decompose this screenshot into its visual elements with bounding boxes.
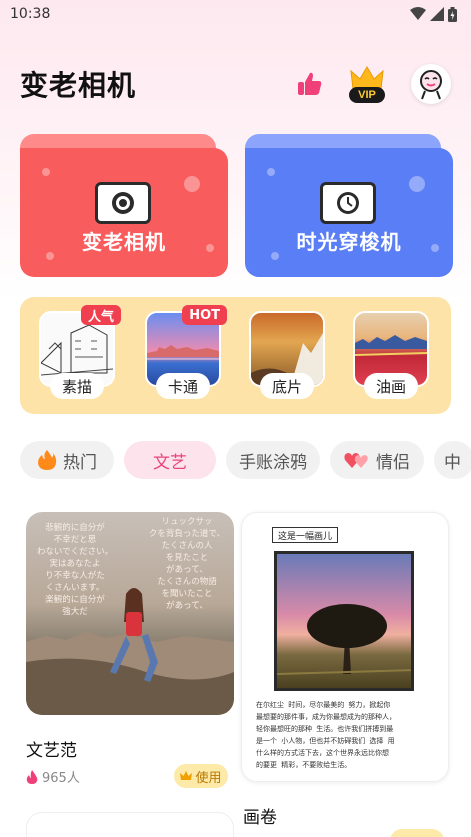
aging-camera-card[interactable]: 变老相机: [20, 134, 228, 277]
app-title: 变老相机: [20, 69, 137, 102]
use-template-button[interactable]: 使用: [174, 764, 228, 788]
scroll-caption: 这是一幅画儿: [272, 527, 338, 543]
tab-label: 手账涂鸦: [239, 452, 307, 473]
hot-badge: HOT: [182, 305, 227, 325]
template-card-literary[interactable]: 悲観的に自分が 不幸だと思 わないでください。 実はあなたよ り不幸な人がた く…: [26, 512, 234, 715]
template-card-scroll[interactable]: 这是一幅画儿 在尔红尘 时间，尽尔最美的 努力，掀起你 最想要的那件事，成为你最…: [241, 512, 449, 782]
tab-more[interactable]: 中: [434, 441, 471, 479]
tab-journal-doodle[interactable]: 手账涂鸦: [226, 441, 320, 479]
header-actions: VIP: [295, 64, 451, 104]
status-bar: 10:38: [0, 0, 471, 28]
crown-small-icon: [180, 771, 193, 780]
aging-camera-card-body: 变老相机: [20, 148, 228, 277]
style-sketch[interactable]: 人气 素描: [39, 305, 121, 399]
next-template-card-peek[interactable]: [26, 812, 234, 837]
battery-icon: [448, 6, 457, 22]
next-use-button-peek[interactable]: [390, 829, 444, 837]
vip-label: VIP: [349, 87, 385, 103]
poem-left: 悲観的に自分が 不幸だと思 わないでください。 実はあなたよ り不幸な人がた く…: [36, 523, 114, 617]
user-face-icon: [420, 70, 442, 100]
vip-button[interactable]: VIP: [349, 65, 385, 103]
poem-right: リュックサッ クを背負った道で、 たくさんの人 を見たこと があって、 たくさん…: [148, 517, 226, 611]
template-usage-count: 965人: [26, 767, 80, 786]
category-tabs: 热门 文艺 手账涂鸦 情侣 中: [20, 441, 471, 479]
style-label: 卡通: [156, 373, 210, 399]
style-label: 底片: [260, 373, 314, 399]
style-label: 素描: [50, 373, 104, 399]
time-machine-card-body: 时光穿梭机: [245, 148, 453, 277]
tab-label: 文艺: [153, 452, 187, 473]
style-oil-painting[interactable]: 油画: [353, 311, 429, 399]
tab-couple[interactable]: 情侣: [330, 441, 424, 479]
style-negative[interactable]: 底片: [249, 311, 325, 399]
app-header: 变老相机 VIP: [0, 56, 471, 112]
popular-badge: 人气: [80, 305, 121, 325]
scroll-note: 在尔红尘 时间，尽尔最美的 努力，掀起你 最想要的那件事，成为你最想成为的那种人…: [256, 701, 396, 769]
thumbs-up-icon[interactable]: [295, 70, 323, 98]
time-machine-label: 时光穿梭机: [296, 230, 402, 254]
tab-literary[interactable]: 文艺: [124, 441, 216, 479]
avatar[interactable]: [411, 64, 451, 104]
status-icons: [410, 6, 457, 22]
status-time: 10:38: [10, 6, 51, 22]
literary-photo: 悲観的に自分が 不幸だと思 わないでください。 実はあなたよ り不幸な人がた く…: [26, 512, 234, 715]
scroll-photo: [274, 551, 414, 691]
time-machine-card[interactable]: 时光穿梭机: [245, 134, 453, 277]
flame-icon: [26, 769, 38, 784]
template-title: 画卷: [243, 808, 277, 828]
clock-camera-icon: [320, 182, 376, 224]
hearts-icon: [344, 453, 368, 468]
aging-camera-label: 变老相机: [82, 230, 166, 254]
style-filter-panel: 人气 素描 HOT 卡通 底片 油画: [20, 297, 451, 414]
signal-icon: [430, 7, 444, 21]
wifi-icon: [410, 7, 426, 20]
style-cartoon[interactable]: HOT 卡通: [145, 305, 227, 399]
tab-label: 热门: [63, 452, 97, 473]
fire-icon: [38, 450, 57, 470]
tab-label: 情侣: [376, 452, 410, 473]
camera-icon: [95, 182, 151, 224]
tab-hot[interactable]: 热门: [20, 441, 114, 479]
tab-label: 中: [444, 452, 461, 473]
template-title: 文艺范: [26, 741, 77, 761]
style-label: 油画: [364, 373, 418, 399]
